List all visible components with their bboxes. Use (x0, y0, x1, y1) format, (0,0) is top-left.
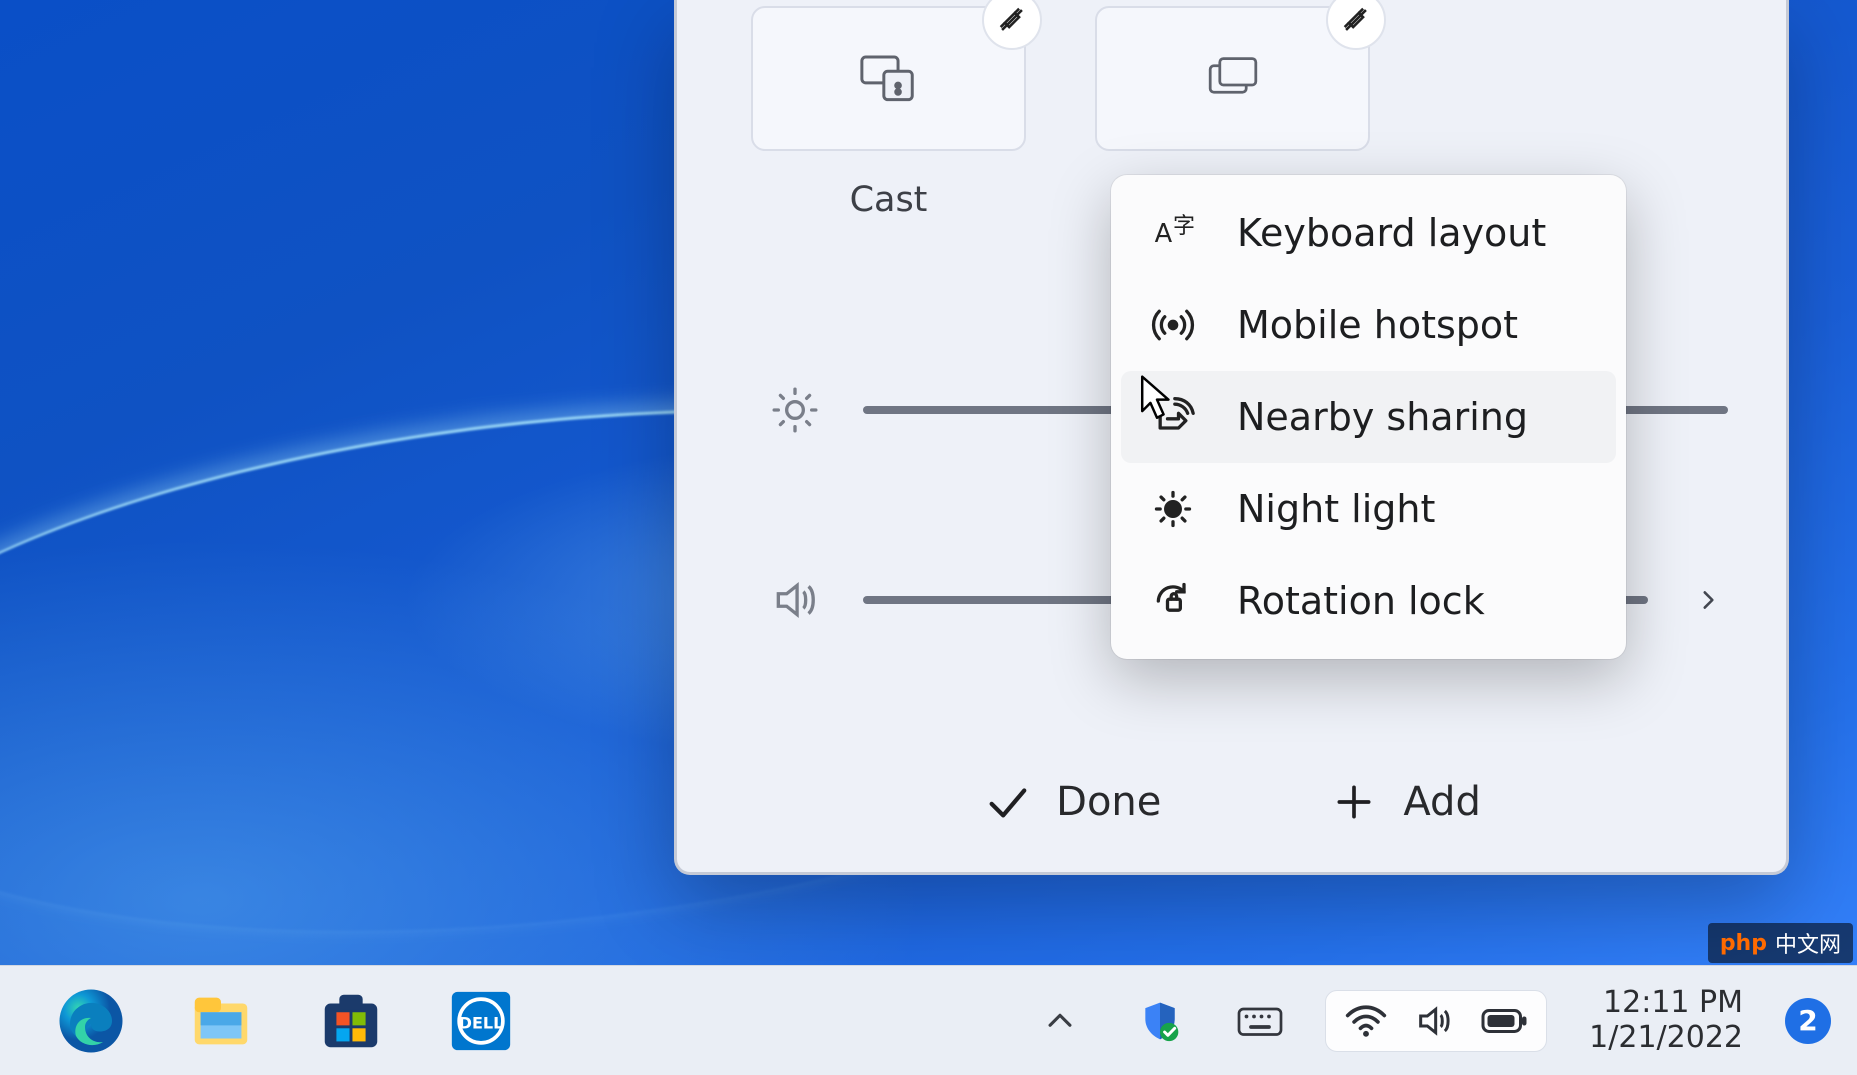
svg-text:DELL: DELL (459, 1013, 504, 1032)
unpin-button-cast[interactable] (982, 0, 1042, 50)
svg-text:字: 字 (1173, 214, 1195, 239)
add-menu-label: Keyboard layout (1237, 211, 1546, 255)
unpin-button-project[interactable] (1326, 0, 1386, 50)
tray-overflow-button[interactable] (1025, 986, 1095, 1056)
rotation-lock-icon (1149, 577, 1197, 625)
plus-icon (1329, 777, 1379, 827)
add-menu-label: Mobile hotspot (1237, 303, 1518, 347)
notification-badge[interactable]: 2 (1785, 998, 1831, 1044)
notification-count: 2 (1798, 1004, 1817, 1037)
taskbar: DELL 12:11 PM 1/21/2022 (0, 965, 1857, 1075)
quick-tile-cast[interactable] (751, 6, 1026, 151)
tray-security-button[interactable] (1125, 986, 1195, 1056)
nearby-sharing-icon (1149, 393, 1197, 441)
add-menu-item-rotation-lock[interactable]: Rotation lock (1121, 555, 1616, 647)
wifi-icon (1344, 1001, 1388, 1041)
volume-flyout-button[interactable] (1688, 580, 1728, 620)
taskbar-app-file-explorer[interactable] (178, 978, 264, 1064)
done-label: Done (1056, 779, 1161, 825)
quick-tile-project[interactable] (1095, 6, 1370, 151)
add-menu: A字 Keyboard layout Mobile hotspot Nearby… (1111, 175, 1626, 659)
taskbar-clock[interactable]: 12:11 PM 1/21/2022 (1577, 986, 1755, 1055)
add-button[interactable]: Add (1305, 765, 1504, 839)
tray-quick-settings-group[interactable] (1325, 990, 1547, 1052)
watermark-left: php (1720, 931, 1767, 956)
unpin-icon (1339, 3, 1373, 37)
add-menu-label: Night light (1237, 487, 1435, 531)
chevron-right-icon (1695, 587, 1721, 613)
taskbar-app-microsoft-store[interactable] (308, 978, 394, 1064)
system-tray: 12:11 PM 1/21/2022 2 (1025, 986, 1857, 1056)
watermark: php 中文网 (1708, 923, 1853, 963)
watermark-right: 中文网 (1775, 927, 1841, 959)
quick-settings-panel: Cast (674, 0, 1789, 875)
add-menu-item-nearby-sharing[interactable]: Nearby sharing (1121, 371, 1616, 463)
taskbar-apps: DELL (0, 978, 524, 1064)
taskbar-app-edge[interactable] (48, 978, 134, 1064)
add-label: Add (1403, 779, 1480, 825)
svg-text:A: A (1155, 219, 1173, 249)
volume-icon (1412, 1001, 1456, 1041)
taskbar-app-dell[interactable]: DELL (438, 978, 524, 1064)
tray-touch-keyboard-button[interactable] (1225, 986, 1295, 1056)
night-light-icon (1149, 485, 1197, 533)
volume-icon (767, 572, 823, 628)
chevron-up-icon (1043, 1004, 1077, 1038)
battery-icon (1480, 1005, 1528, 1037)
clock-date: 1/21/2022 (1589, 1021, 1743, 1056)
add-menu-label: Rotation lock (1237, 579, 1485, 623)
panel-actions: Done Add (677, 762, 1786, 842)
keyboard-layout-icon: A字 (1149, 209, 1197, 257)
add-menu-item-mobile-hotspot[interactable]: Mobile hotspot (1121, 279, 1616, 371)
add-menu-item-night-light[interactable]: Night light (1121, 463, 1616, 555)
add-menu-item-keyboard-layout[interactable]: A字 Keyboard layout (1121, 187, 1616, 279)
project-icon (1204, 55, 1262, 103)
mobile-hotspot-icon (1149, 301, 1197, 349)
check-icon (982, 777, 1032, 827)
shield-icon (1138, 999, 1182, 1043)
quick-tile-cast-label: Cast (751, 180, 1026, 220)
keyboard-icon (1236, 1001, 1284, 1041)
done-button[interactable]: Done (958, 765, 1185, 839)
clock-time: 12:11 PM (1589, 986, 1743, 1021)
brightness-icon (767, 382, 823, 438)
cast-icon (858, 53, 920, 105)
unpin-icon (995, 3, 1029, 37)
add-menu-label: Nearby sharing (1237, 395, 1528, 439)
